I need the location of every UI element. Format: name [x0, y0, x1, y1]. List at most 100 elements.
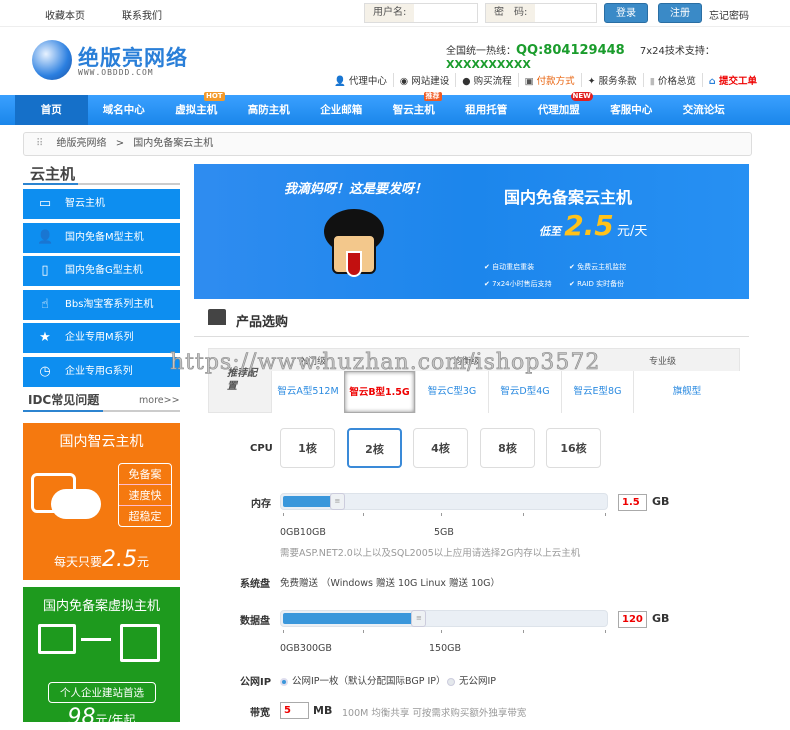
radio-checked-icon	[280, 677, 288, 686]
register-button[interactable]: 注册	[658, 3, 702, 23]
main-nav: 首页 域名中心 虚拟主机 HOT 高防主机 企业邮箱 智云主机 推荐 租用托管 代理…	[0, 92, 790, 125]
group-entry: 入门级	[299, 357, 327, 367]
sidebar-item-enterprise-m[interactable]: ★ 企业专用M系列	[23, 323, 180, 353]
nav-service[interactable]: 客服中心	[595, 95, 668, 125]
header-link-agent[interactable]: 👤 代理中心	[328, 73, 393, 87]
public-ip-option[interactable]: 无公网IP	[447, 673, 496, 687]
sidebar-item-g-host[interactable]: ▯ 国内免备G型主机	[23, 256, 180, 286]
nav-cloud-host[interactable]: 智云主机 推荐	[378, 92, 451, 125]
user-icon: 👤	[37, 230, 54, 245]
breadcrumb-home[interactable]: 绝版亮网络	[57, 138, 107, 149]
hand-pointer-icon: ☝	[41, 297, 49, 312]
memory-label: 内存	[251, 499, 271, 510]
promo-title: 国内免备案虚拟主机	[42, 599, 160, 614]
hotline-value: QQ:804129448	[516, 43, 625, 58]
config-option[interactable]: 智云C型3G	[415, 371, 488, 413]
list-icon: ▮	[649, 76, 655, 87]
config-option[interactable]: 旗舰型	[633, 371, 740, 413]
nav-email[interactable]: 企业邮箱	[305, 95, 378, 125]
check-icon: ✔	[569, 263, 575, 271]
memory-input[interactable]: 1.5	[618, 494, 647, 511]
config-option[interactable]: 智云D型4G	[488, 371, 561, 413]
header-link-website[interactable]: ◉ 网站建设	[392, 73, 455, 87]
username-input[interactable]	[414, 4, 477, 22]
hotline: 全国统一热线：QQ:804129448 7x24技术支持： XXXXXXXXXX	[446, 42, 790, 71]
cpu-option[interactable]: 1核	[280, 428, 335, 468]
config-option[interactable]: 智云E型8G	[561, 371, 633, 413]
divider	[23, 183, 180, 185]
faq-more-link[interactable]: more>>	[139, 395, 180, 406]
group-pro: 专业级	[649, 357, 677, 367]
nav-domain[interactable]: 域名中心	[88, 95, 161, 125]
nav-hosting[interactable]: 租用托管	[450, 95, 523, 125]
cpu-option[interactable]: 4核	[413, 428, 468, 468]
webpage-icon	[120, 624, 160, 662]
config-label: 推荐配置	[227, 368, 257, 392]
breadcrumb-current: 国内免备案云主机	[133, 138, 214, 149]
breadcrumb: ⠿ 绝版亮网络 > 国内免备案云主机	[23, 132, 752, 156]
cpu-option[interactable]: 8核	[480, 428, 535, 468]
data-disk-slider[interactable]: ≡	[280, 610, 608, 627]
sidebar-item-bbs-host[interactable]: ☝ Bbs淘宝客系列主机	[23, 290, 180, 320]
banner-slogan: 我滴妈呀！这是要发呀！	[284, 182, 428, 197]
password-input[interactable]	[535, 4, 596, 22]
monitor-icon	[38, 624, 76, 654]
public-ip-label: 公网IP	[240, 677, 272, 688]
sidebar-item-cloud-host[interactable]: ▭ 智云主机	[23, 189, 180, 219]
slider-handle[interactable]: ≡	[411, 610, 427, 627]
nav-agent[interactable]: 代理加盟 NEW	[523, 92, 596, 125]
support-label: 7x24技术支持：	[639, 46, 715, 57]
promo-banner[interactable]: 我滴妈呀！这是要发呀！ 国内免备案云主机 低至 2.5 元/天 ✔ 自动重启重装…	[194, 164, 749, 299]
config-option[interactable]: 智云A型512M	[271, 371, 344, 413]
data-disk-scale-min: 0GB300GB	[280, 643, 332, 654]
banner-features: ✔ 自动重启重装 ✔ 免费云主机监控 ✔ 7x24小时售后支持 ✔ RAID 实…	[484, 262, 654, 289]
banner-title: 国内免备案云主机	[504, 188, 633, 207]
cpu-option-selected[interactable]: 2核	[347, 428, 402, 468]
faq-title: IDC常见问题	[28, 393, 100, 407]
cartoon-face-icon	[324, 209, 384, 279]
top-bar: 收藏本页 联系我们 用户名: 密 码: 登录 注册 忘记密码	[0, 0, 790, 27]
hot-badge: HOT	[204, 92, 225, 101]
memory-scale-mid: 5GB	[434, 527, 454, 538]
nav-home[interactable]: 首页	[15, 95, 88, 125]
promo-price: 98元/年起	[67, 705, 136, 730]
header-link-ticket[interactable]: ⌂ 提交工单	[701, 73, 763, 87]
sidebar-item-m-host[interactable]: 👤 国内免备M型主机	[23, 223, 180, 253]
clock-icon: ◷	[39, 364, 51, 379]
forgot-password-link[interactable]: 忘记密码	[709, 7, 749, 22]
memory-slider[interactable]: ≡	[280, 493, 608, 510]
password-field: 密 码:	[485, 3, 597, 23]
nav-forum[interactable]: 交流论坛	[668, 95, 741, 125]
section-title: 产品选购	[236, 315, 289, 330]
data-disk-unit: GB	[652, 612, 670, 625]
nav-ddos-host[interactable]: 高防主机	[233, 95, 306, 125]
header-link-terms[interactable]: ✦ 服务条款	[580, 73, 643, 87]
promo-tag: 个人企业建站首选	[48, 682, 156, 703]
bookmark-link[interactable]: 收藏本页	[45, 7, 85, 22]
bandwidth-input[interactable]: 5	[280, 702, 309, 719]
header-link-prices[interactable]: ▮ 价格总览	[642, 73, 702, 87]
memory-scale-min: 0GB10GB	[280, 527, 326, 538]
pin-icon: ●	[462, 76, 471, 87]
cpu-label: CPU	[250, 443, 273, 454]
promo-title: 国内智云主机	[59, 434, 144, 450]
bandwidth-unit: MB	[313, 704, 333, 717]
nav-virtual-host[interactable]: 虚拟主机 HOT	[160, 92, 233, 125]
logo-icon[interactable]	[32, 40, 72, 80]
header-links: 👤 代理中心 ◉ 网站建设 ● 购买流程 ▣ 付款方式 ✦ 服务条款 ▮ 价格总…	[328, 73, 763, 87]
promo-virtual-host[interactable]: 国内免备案虚拟主机 个人企业建站首选 98元/年起	[23, 587, 180, 730]
config-option-selected[interactable]: 智云B型1.5G	[344, 371, 415, 413]
login-button[interactable]: 登录	[604, 3, 648, 23]
data-disk-input[interactable]: 120	[618, 611, 647, 628]
sidebar-item-enterprise-g[interactable]: ◷ 企业专用G系列	[23, 357, 180, 387]
header-link-process[interactable]: ● 购买流程	[455, 73, 517, 87]
contact-link[interactable]: 联系我们	[122, 7, 162, 22]
recommend-badge: 推荐	[423, 92, 442, 101]
username-field: 用户名:	[364, 3, 478, 23]
cpu-option[interactable]: 16核	[546, 428, 601, 468]
public-ip-option-selected[interactable]: 公网IP一枚（默认分配国际BGP IP）	[280, 673, 446, 687]
data-disk-label: 数据盘	[240, 616, 270, 627]
slider-handle[interactable]: ≡	[329, 493, 345, 510]
header-link-payment[interactable]: ▣ 付款方式	[517, 73, 581, 87]
promo-cloud-host[interactable]: 国内智云主机 免备案 速度快 超稳定 每天只要2.5元	[23, 423, 180, 580]
